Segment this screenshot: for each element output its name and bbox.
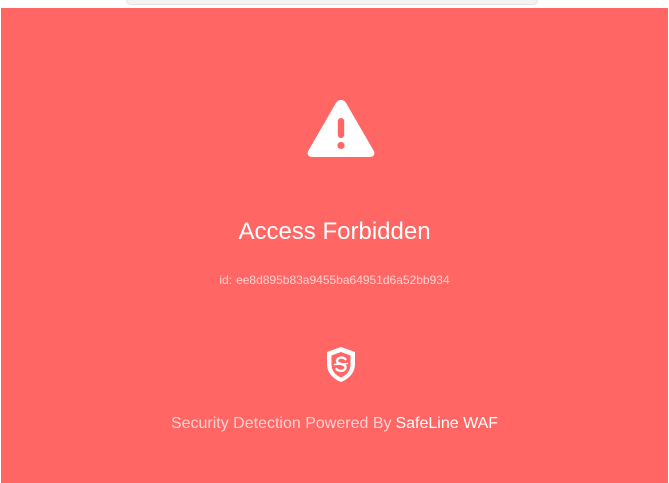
warning-triangle-icon [307,100,375,157]
request-id-label: id: [219,273,233,287]
request-id-value: ee8d895b83a9455ba64951d6a52bb934 [236,273,450,287]
safeline-waf-link[interactable]: SafeLine WAF [395,415,498,432]
browser-top-strip [0,0,669,8]
powered-by-text: Security Detection Powered By [170,415,392,432]
top-address-bar [126,0,538,5]
block-page-panel: Access Forbidden id: ee8d895b83a9455ba649… [1,8,668,483]
request-id: id: ee8d895b83a9455ba64951d6a52bb934 [1,273,668,287]
page-title: Access Forbidden [238,218,431,245]
powered-by-footer: Security Detection Powered By SafeLine WA… [1,414,668,434]
safeline-shield-icon [327,347,355,382]
